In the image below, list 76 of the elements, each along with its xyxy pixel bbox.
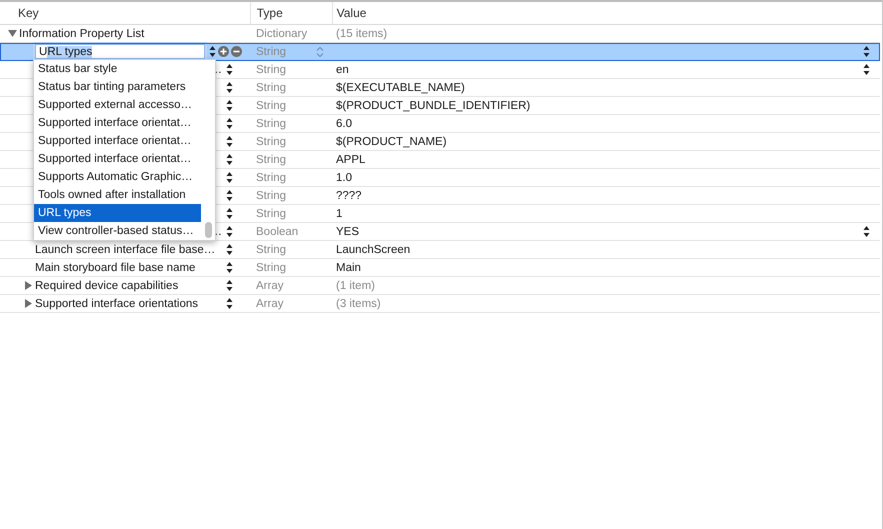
menu-item[interactable]: Supports Automatic Graphic… xyxy=(34,168,201,186)
menu-item[interactable]: Status bar tinting parameters xyxy=(34,78,201,96)
table-row[interactable]: Main storyboard file base name String Main xyxy=(0,259,880,277)
scroll-thumb[interactable] xyxy=(205,222,212,238)
popup-arrows-icon[interactable] xyxy=(863,63,870,76)
selected-row[interactable]: URL types String xyxy=(0,43,880,61)
value-text: 6.0 xyxy=(336,118,352,130)
value-text: (1 item) xyxy=(336,280,375,292)
remove-icon[interactable] xyxy=(231,46,242,57)
stepper-icon[interactable] xyxy=(226,297,233,310)
value-text: en xyxy=(336,64,349,76)
type-text: String xyxy=(256,82,288,94)
key-text: Supported interface orientations xyxy=(35,298,200,310)
column-header[interactable]: Key xyxy=(18,6,39,20)
stepper-icon[interactable] xyxy=(226,171,233,184)
disclosure-triangle-icon[interactable] xyxy=(8,29,17,38)
key-text: Information Property List xyxy=(19,28,146,40)
key-input-field[interactable]: URL types xyxy=(35,44,205,59)
type-text: String xyxy=(256,208,288,220)
value-text: Main xyxy=(336,262,361,274)
table-row[interactable]: Required device capabilities Array (1 item) xyxy=(0,277,880,295)
type-text: String xyxy=(256,118,288,130)
menu-item[interactable]: View controller-based status… xyxy=(34,222,201,240)
stepper-icon[interactable] xyxy=(226,261,233,274)
value-text: 1.0 xyxy=(336,172,352,184)
stepper-icon[interactable] xyxy=(226,153,233,166)
stepper-icon[interactable] xyxy=(209,45,216,58)
value-text: (15 items) xyxy=(336,28,388,40)
value-text: (3 items) xyxy=(336,298,381,310)
value-text: APPL xyxy=(336,154,366,166)
type-text: Dictionary xyxy=(256,28,308,40)
menu-item[interactable]: Status bar style xyxy=(34,60,201,78)
type-text: String xyxy=(256,64,288,76)
stepper-icon[interactable] xyxy=(226,135,233,148)
type-text: String xyxy=(256,154,288,166)
type-text: String xyxy=(256,100,288,112)
type-text: String xyxy=(256,190,288,202)
value-text: ???? xyxy=(336,190,362,202)
stepper-icon[interactable] xyxy=(226,189,233,202)
popup-arrows-icon[interactable] xyxy=(863,225,870,238)
value-text: 1 xyxy=(336,208,342,220)
menu-item[interactable]: Supported interface orientat… xyxy=(34,114,201,132)
value-text: $(EXECUTABLE_NAME) xyxy=(336,82,465,94)
column-header[interactable]: Value xyxy=(336,6,366,20)
stepper-icon[interactable] xyxy=(226,225,233,238)
stepper-icon[interactable] xyxy=(226,279,233,292)
type-text: String xyxy=(256,244,288,256)
stepper-icon[interactable] xyxy=(226,81,233,94)
value-text: $(PRODUCT_NAME) xyxy=(336,136,447,148)
type-text: String xyxy=(256,46,288,58)
stepper-icon[interactable] xyxy=(226,99,233,112)
add-icon[interactable] xyxy=(218,46,229,57)
type-text: Boolean xyxy=(256,226,300,238)
type-text: String xyxy=(256,136,288,148)
menu-item[interactable]: Supported external accesso… xyxy=(34,96,201,114)
value-text: YES xyxy=(336,226,360,238)
stepper-icon[interactable] xyxy=(226,63,233,76)
type-text: String xyxy=(256,172,288,184)
value-text: $(PRODUCT_BUNDLE_IDENTIFIER) xyxy=(336,100,530,112)
type-text: Array xyxy=(256,298,284,310)
menu-item[interactable]: Tools owned after installation xyxy=(34,186,201,204)
table-row[interactable]: Supported interface orientations Array (3 items) xyxy=(0,295,880,313)
popup-arrows-icon[interactable] xyxy=(863,45,870,58)
type-text: String xyxy=(256,262,288,274)
type-text: Array xyxy=(256,280,284,292)
menu-item[interactable]: URL types xyxy=(34,204,201,222)
value-text: LaunchScreen xyxy=(336,244,410,256)
stepper-icon[interactable] xyxy=(226,207,233,220)
key-text: Launch screen interface file base… xyxy=(35,244,216,256)
key-text: Required device capabilities xyxy=(35,280,180,292)
menu-item[interactable]: Supported interface orientat… xyxy=(34,150,201,168)
menu-item[interactable]: Supported interface orientat… xyxy=(34,132,201,150)
column-header[interactable]: Type xyxy=(256,6,283,20)
stepper-icon[interactable] xyxy=(226,243,233,256)
key-text: Main storyboard file base name xyxy=(35,262,196,274)
stepper-icon[interactable] xyxy=(226,117,233,130)
